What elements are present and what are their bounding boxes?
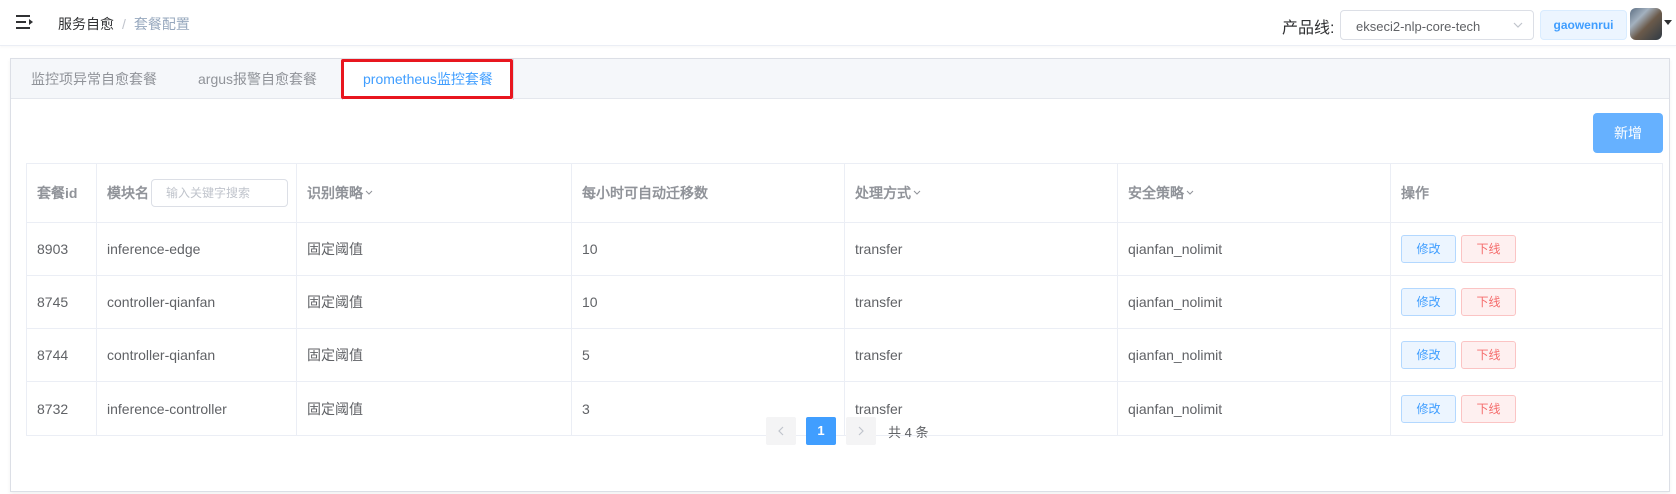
column-header-module: 模块名 — [97, 164, 297, 222]
table-row: 8744 controller-qianfan 固定阈值 5 transfer … — [27, 329, 1662, 382]
cell-strategy: 固定阈值 — [297, 329, 572, 381]
column-header-strategy[interactable]: 识别策略 — [297, 164, 572, 222]
breadcrumb: 服务自愈 / 套餐配置 — [58, 14, 190, 34]
caret-down-icon[interactable] — [1186, 190, 1194, 196]
cell-strategy: 固定阈值 — [297, 223, 572, 275]
chevron-down-icon — [1513, 22, 1523, 28]
column-header-module-label: 模块名 — [107, 185, 149, 201]
package-table: 套餐id 模块名 识别策略 每小时可自动迁移数 处理方式 安全策略 操作 890… — [26, 163, 1663, 436]
offline-button[interactable]: 下线 — [1461, 394, 1516, 423]
prev-page-button[interactable] — [766, 417, 796, 445]
column-header-security[interactable]: 安全策略 — [1118, 164, 1391, 222]
cell-actions: 修改 下线 — [1391, 223, 1664, 275]
edit-button[interactable]: 修改 — [1401, 288, 1456, 316]
column-header-migrations: 每小时可自动迁移数 — [572, 164, 845, 222]
edit-button[interactable]: 修改 — [1401, 235, 1456, 263]
cell-id: 8744 — [27, 329, 97, 381]
product-line-label: 产品线: — [1282, 20, 1335, 37]
cell-security: qianfan_nolimit — [1118, 223, 1391, 275]
offline-button[interactable]: 下线 — [1461, 288, 1516, 316]
cell-strategy: 固定阈值 — [297, 276, 572, 328]
column-header-id: 套餐id — [27, 164, 97, 222]
module-search-input[interactable] — [151, 179, 288, 207]
column-header-handling[interactable]: 处理方式 — [845, 164, 1118, 222]
cell-security: qianfan_nolimit — [1118, 382, 1391, 435]
next-page-button[interactable] — [846, 417, 876, 445]
menu-fold-icon[interactable] — [16, 14, 34, 30]
cell-module: inference-edge — [97, 223, 297, 275]
tab-argus-self-heal[interactable]: argus报警自愈套餐 — [178, 59, 337, 99]
caret-down-icon[interactable] — [913, 190, 921, 196]
breadcrumb-current: 套餐配置 — [133, 16, 190, 32]
table-row: 8745 controller-qianfan 固定阈值 10 transfer… — [27, 276, 1662, 329]
caret-down-icon[interactable] — [1664, 20, 1672, 25]
cell-security: qianfan_nolimit — [1118, 276, 1391, 328]
chevron-right-icon — [858, 426, 864, 436]
cell-id: 8732 — [27, 382, 97, 435]
add-button[interactable]: 新增 — [1593, 113, 1663, 153]
cell-module: controller-qianfan — [97, 276, 297, 328]
column-header-security-label: 安全策略 — [1128, 185, 1184, 201]
product-line-value: ekseci2-nlp-core-tech — [1356, 19, 1481, 34]
table-header-row: 套餐id 模块名 识别策略 每小时可自动迁移数 处理方式 安全策略 操作 — [27, 164, 1662, 223]
cell-actions: 修改 下线 — [1391, 276, 1664, 328]
offline-button[interactable]: 下线 — [1461, 235, 1516, 263]
username-badge[interactable]: gaowenrui — [1540, 10, 1627, 40]
edit-button[interactable]: 修改 — [1401, 394, 1456, 423]
page-number[interactable]: 1 — [806, 417, 836, 445]
total-count: 共 4 条 — [888, 424, 929, 440]
cell-actions: 修改 下线 — [1391, 382, 1664, 435]
tab-prometheus[interactable]: prometheus监控套餐 — [342, 59, 514, 100]
breadcrumb-separator: / — [122, 16, 126, 32]
column-header-actions: 操作 — [1401, 185, 1429, 201]
cell-module: inference-controller — [97, 382, 297, 435]
cell-migrations: 10 — [572, 223, 845, 275]
breadcrumb-home[interactable]: 服务自愈 — [58, 14, 114, 34]
cell-migrations: 10 — [572, 276, 845, 328]
cell-handling: transfer — [845, 276, 1118, 328]
cell-handling: transfer — [845, 329, 1118, 381]
offline-button[interactable]: 下线 — [1461, 341, 1516, 369]
cell-id: 8903 — [27, 223, 97, 275]
cell-actions: 修改 下线 — [1391, 329, 1664, 381]
pagination: 1 共 4 条 — [766, 417, 928, 445]
avatar[interactable] — [1630, 8, 1662, 40]
column-header-handling-label: 处理方式 — [855, 185, 911, 201]
content-card: 监控项异常自愈套餐 argus报警自愈套餐 prometheus监控套餐 新增 … — [10, 58, 1670, 492]
cell-security: qianfan_nolimit — [1118, 329, 1391, 381]
product-line-select[interactable]: ekseci2-nlp-core-tech — [1340, 10, 1534, 40]
tab-metric-self-heal[interactable]: 监控项异常自愈套餐 — [11, 59, 177, 99]
cell-id: 8745 — [27, 276, 97, 328]
column-header-strategy-label: 识别策略 — [307, 185, 363, 201]
cell-migrations: 5 — [572, 329, 845, 381]
table-row: 8903 inference-edge 固定阈值 10 transfer qia… — [27, 223, 1662, 276]
caret-down-icon[interactable] — [365, 190, 373, 196]
cell-handling: transfer — [845, 223, 1118, 275]
chevron-left-icon — [778, 426, 784, 436]
cell-strategy: 固定阈值 — [297, 382, 572, 435]
edit-button[interactable]: 修改 — [1401, 341, 1456, 369]
top-header: 服务自愈 / 套餐配置 产品线: ekseci2-nlp-core-tech g… — [0, 0, 1676, 46]
tab-bar: 监控项异常自愈套餐 argus报警自愈套餐 prometheus监控套餐 — [11, 59, 1669, 100]
cell-module: controller-qianfan — [97, 329, 297, 381]
